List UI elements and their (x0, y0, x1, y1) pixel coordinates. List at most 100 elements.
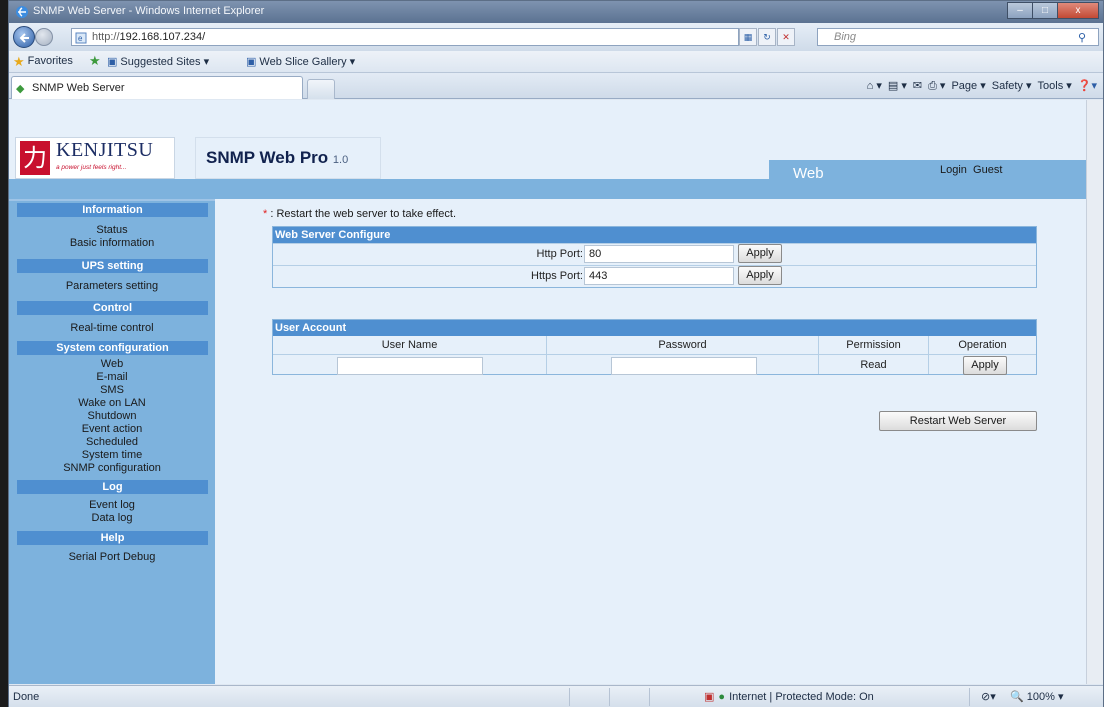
stop-icon[interactable]: ✕ (777, 28, 795, 46)
url-prefix: http:// (92, 31, 120, 43)
web-server-configure-panel: Web Server Configure Http Port: 80 Apply… (272, 226, 1037, 288)
maximize-button[interactable]: □ (1032, 2, 1058, 19)
feeds-icon[interactable]: ▤ ▾ (888, 79, 907, 93)
sidebar: Information Status Basic information UPS… (9, 199, 215, 684)
restart-note: * : Restart the web server to take effec… (263, 208, 456, 220)
close-button[interactable]: x (1057, 2, 1099, 19)
page-icon: ▣ (107, 56, 118, 68)
zoom-level[interactable]: 🔍 100% ▾ (1010, 690, 1063, 703)
product-title: SNMP Web Pro 1.0 (206, 148, 348, 168)
section-title: Web (793, 165, 824, 182)
minimize-button[interactable]: – (1007, 2, 1033, 19)
vertical-scrollbar[interactable] (1086, 100, 1103, 684)
http-apply-button[interactable]: Apply (738, 244, 782, 263)
sidebar-item-sms[interactable]: SMS (9, 384, 215, 397)
brand-tagline: a power just feels right... (56, 164, 127, 171)
restart-web-server-button[interactable]: Restart Web Server (879, 411, 1037, 431)
command-bar: ⌂ ▾ ▤ ▾ ✉ ⎙ ▾ Page ▾ Safety ▾ Tools ▾ ❓▾ (867, 79, 1097, 93)
search-icon[interactable]: ⚲ (1078, 31, 1086, 44)
zoom-value: 100% (1026, 691, 1055, 703)
column-header-password: Password (658, 339, 707, 351)
nav-head-help: Help (17, 531, 208, 545)
sidebar-item-event-action[interactable]: Event action (9, 423, 215, 436)
tab-snmp-web-server[interactable]: ◆ SNMP Web Server (11, 76, 303, 99)
search-input[interactable]: Bing ⚲ (817, 28, 1099, 46)
main-content: * : Restart the web server to take effec… (215, 199, 1086, 684)
help-icon[interactable]: ❓▾ (1078, 79, 1097, 93)
product-title-box: SNMP Web Pro 1.0 (195, 137, 381, 179)
favorites-button[interactable]: ★ Favorites (13, 55, 73, 68)
status-divider (569, 688, 570, 706)
permission-value: Read (860, 359, 887, 371)
product-name: SNMP Web Pro (206, 148, 329, 167)
web-slice-gallery-link[interactable]: ▣ Web Slice Gallery ▾ (246, 55, 355, 68)
web-slice-label: Web Slice Gallery ▾ (259, 56, 356, 68)
new-tab-button[interactable] (307, 79, 335, 99)
status-divider (969, 688, 970, 706)
url-input[interactable]: e http://192.168.107.234/ (71, 28, 739, 46)
favorites-label: Favorites (27, 55, 73, 67)
back-button[interactable] (13, 26, 35, 48)
sidebar-item-wake-on-lan[interactable]: Wake on LAN (9, 397, 215, 410)
sidebar-item-parameters-setting[interactable]: Parameters setting (9, 280, 215, 293)
browser-window: SNMP Web Server - Windows Internet Explo… (8, 0, 1104, 707)
compat-view-icon[interactable]: ▦ (739, 28, 757, 46)
username-input[interactable] (337, 357, 483, 375)
sidebar-item-data-log[interactable]: Data log (9, 512, 215, 525)
sidebar-item-system-time[interactable]: System time (9, 449, 215, 462)
sidebar-item-scheduled[interactable]: Scheduled (9, 436, 215, 449)
login-status: Login Guest (940, 164, 1002, 176)
sidebar-item-email[interactable]: E-mail (9, 371, 215, 384)
sidebar-item-event-log[interactable]: Event log (9, 499, 215, 512)
password-input[interactable] (611, 357, 757, 375)
suggested-sites-label: Suggested Sites ▾ (120, 56, 210, 68)
status-divider (649, 688, 650, 706)
security-zone[interactable]: ▣ ● Internet | Protected Mode: On (704, 690, 874, 704)
url-host: 192.168.107.234/ (119, 31, 206, 43)
http-port-input[interactable]: 80 (584, 245, 734, 263)
column-header-permission: Permission (846, 339, 901, 351)
column-header-username: User Name (381, 339, 438, 351)
sidebar-item-web[interactable]: Web (9, 358, 215, 371)
arrow-left-icon (19, 33, 29, 43)
user-account-title: User Account (273, 320, 1036, 336)
sidebar-item-status[interactable]: Status (9, 224, 215, 237)
sidebar-item-shutdown[interactable]: Shutdown (9, 410, 215, 423)
svg-text:e: e (78, 34, 83, 43)
sidebar-item-snmp-configuration[interactable]: SNMP configuration (9, 462, 215, 475)
https-port-label: Https Port: (531, 270, 583, 282)
url-tools: ▦ ↻ ✕ (739, 28, 796, 46)
note-marker: * (263, 208, 268, 220)
mail-icon[interactable]: ✉ (913, 79, 922, 93)
ie-icon (16, 6, 28, 18)
user-apply-button[interactable]: Apply (963, 356, 1007, 375)
login-user: Guest (973, 164, 1003, 176)
add-favorite-button[interactable]: ★ (89, 53, 101, 68)
safety-menu[interactable]: Safety ▾ (992, 79, 1032, 93)
product-version: 1.0 (332, 154, 349, 166)
print-icon[interactable]: ⎙ ▾ (928, 79, 945, 93)
favorites-bar: ★ Favorites ★ ▣ Suggested Sites ▾ ▣ Web … (9, 51, 1103, 73)
page-viewport: 力 KENJITSU a power just feels right... S… (9, 100, 1103, 684)
operation-column: Operation Apply (929, 336, 1036, 375)
zoom-options-icon[interactable]: ⊘▾ (981, 690, 996, 703)
sidebar-item-basic-information[interactable]: Basic information (9, 237, 215, 250)
tools-menu[interactable]: Tools ▾ (1038, 79, 1072, 93)
sidebar-item-real-time-control[interactable]: Real-time control (9, 322, 215, 335)
forward-button[interactable] (35, 28, 53, 46)
suggested-sites-link[interactable]: ▣ Suggested Sites ▾ (107, 55, 209, 68)
nav-head-log: Log (17, 480, 208, 494)
page-header: 力 KENJITSU a power just feels right... S… (9, 100, 1086, 199)
https-port-input[interactable]: 443 (584, 267, 734, 285)
refresh-icon[interactable]: ↻ (758, 28, 776, 46)
permission-column: Permission Read (819, 336, 929, 374)
protected-mode-icon: ▣ (704, 691, 715, 703)
tab-bar: ◆ SNMP Web Server ⌂ ▾ ▤ ▾ ✉ ⎙ ▾ Page ▾ S… (9, 73, 1103, 99)
https-apply-button[interactable]: Apply (738, 266, 782, 285)
sidebar-item-serial-port-debug[interactable]: Serial Port Debug (9, 551, 215, 564)
home-icon[interactable]: ⌂ ▾ (867, 79, 882, 93)
add-favorite-icon: ★ (89, 53, 101, 68)
page-menu[interactable]: Page ▾ (951, 79, 985, 93)
nav-head-control: Control (17, 301, 208, 315)
site-icon: ◆ (16, 83, 25, 95)
